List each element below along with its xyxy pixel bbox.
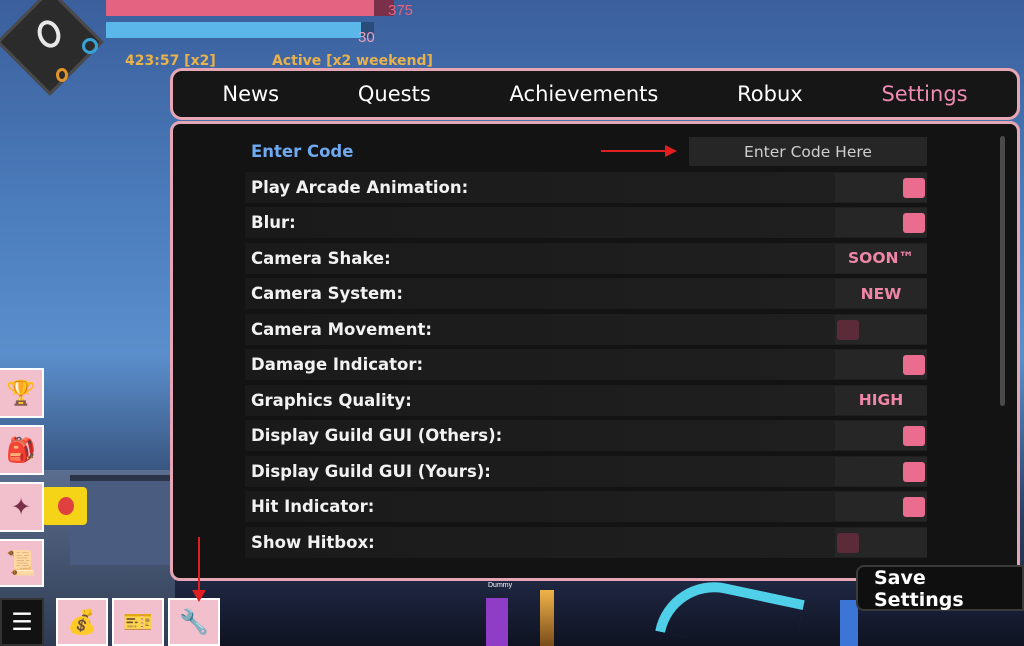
settings-toggle[interactable] [835, 492, 927, 521]
save-settings-button[interactable]: Save Settings [856, 565, 1024, 611]
health-value: 375 [388, 2, 414, 19]
toggle-knob [903, 461, 925, 482]
background-light [58, 497, 74, 515]
quests-side-button[interactable]: 📜 [0, 539, 44, 587]
settings-row-label: Display Guild GUI (Others): [251, 426, 503, 445]
settings-toggle[interactable] [835, 527, 927, 557]
code-input[interactable] [689, 137, 927, 166]
background-pillar [540, 590, 554, 646]
tab-robux[interactable]: Robux [727, 78, 813, 110]
settings-option-button[interactable]: HIGH [835, 385, 927, 415]
settings-option-button[interactable]: NEW [835, 279, 927, 308]
settings-row-label: Hit Indicator: [251, 497, 375, 516]
mana-ring-icon [82, 38, 98, 54]
settings-row-label: Show Hitbox: [251, 532, 375, 552]
tab-achievements[interactable]: Achievements [500, 78, 669, 110]
settings-row: Play Arcade Animation: [245, 171, 927, 203]
settings-row-label: Camera System: [251, 284, 403, 303]
toggle-knob [903, 177, 925, 198]
settings-row-label: Camera Movement: [251, 319, 432, 339]
bag-icon: 💰 [67, 608, 97, 636]
settings-option-button[interactable]: SOON™ [835, 243, 927, 273]
annotation-arrow-line [198, 537, 200, 593]
settings-list: Enter Code Play Arcade Animation: Blur: Ca… [245, 136, 927, 562]
scroll-icon: 📜 [6, 549, 36, 577]
settings-row: Graphics Quality: HIGH [245, 384, 927, 416]
crest-icon: ✦ [10, 493, 32, 521]
coin-ring-icon [56, 68, 68, 82]
hamburger-icon: ☰ [11, 608, 33, 636]
settings-row-label: Play Arcade Animation: [251, 177, 469, 197]
settings-toggle[interactable] [835, 208, 927, 237]
trophy-icon: 🏆 [6, 379, 36, 407]
toggle-knob [903, 497, 925, 517]
settings-button[interactable]: 🔧 [168, 598, 220, 646]
enter-code-row: Enter Code [245, 136, 927, 167]
shop-button[interactable]: 💰 [56, 598, 108, 646]
settings-toggle[interactable] [835, 172, 927, 202]
settings-row-label: Camera Shake: [251, 248, 391, 268]
settings-toggle[interactable] [835, 456, 927, 486]
settings-row: Damage Indicator: [245, 349, 927, 380]
annotation-arrow-line [601, 150, 667, 152]
toggle-knob [903, 426, 925, 446]
settings-toggle[interactable] [835, 350, 927, 379]
enter-code-label: Enter Code [251, 142, 354, 161]
settings-row-label: Damage Indicator: [251, 355, 424, 374]
tickets-icon: 🎫 [123, 608, 153, 636]
settings-toggle[interactable] [835, 314, 927, 344]
hamburger-menu-button[interactable]: ☰ [0, 598, 44, 646]
stamina-bar-fill [106, 22, 361, 38]
toggle-knob [837, 319, 859, 340]
settings-scrollbar[interactable] [1000, 136, 1005, 406]
settings-row-label: Blur: [251, 213, 296, 232]
settings-row: Display Guild GUI (Yours): [245, 455, 927, 487]
tools-icon: 🔧 [179, 608, 209, 636]
settings-panel: Enter Code Play Arcade Animation: Blur: Ca… [170, 121, 1020, 581]
tab-settings[interactable]: Settings [871, 78, 977, 110]
annotation-arrow-head [192, 590, 206, 602]
stamina-value: 30 [358, 29, 375, 46]
settings-row: Camera System: NEW [245, 278, 927, 309]
settings-row: Display Guild GUI (Others): [245, 420, 927, 451]
health-bar-fill [106, 0, 374, 16]
settings-toggle[interactable] [835, 421, 927, 450]
backpack-icon: 🎒 [6, 436, 36, 464]
tab-quests[interactable]: Quests [348, 78, 441, 110]
codes-button[interactable]: 🎫 [112, 598, 164, 646]
boost-timer: 423:57 [x2] [125, 53, 216, 69]
tab-news[interactable]: News [212, 78, 289, 110]
settings-row: Hit Indicator: [245, 491, 927, 522]
toggle-knob [837, 532, 859, 553]
dummy-nameplate: Dummy [488, 582, 513, 589]
settings-row-label: Graphics Quality: [251, 390, 412, 410]
boost-status: Active [x2 weekend] [272, 53, 433, 69]
background-pillar [486, 598, 508, 646]
annotation-arrow-head [665, 145, 677, 157]
settings-row: Camera Shake: SOON™ [245, 242, 927, 274]
menu-tab-bar: News Quests Achievements Robux Settings [170, 68, 1020, 120]
toggle-knob [903, 213, 925, 233]
inventory-side-button[interactable]: 🎒 [0, 425, 44, 475]
achievements-side-button[interactable]: 🏆 [0, 368, 44, 418]
settings-row: Camera Movement: [245, 313, 927, 345]
settings-row: Show Hitbox: [245, 526, 927, 558]
settings-row: Blur: [245, 207, 927, 238]
guild-side-button[interactable]: ✦ [0, 482, 44, 532]
settings-row-label: Display Guild GUI (Yours): [251, 461, 491, 481]
toggle-knob [903, 355, 925, 375]
background-pillar [840, 600, 858, 646]
